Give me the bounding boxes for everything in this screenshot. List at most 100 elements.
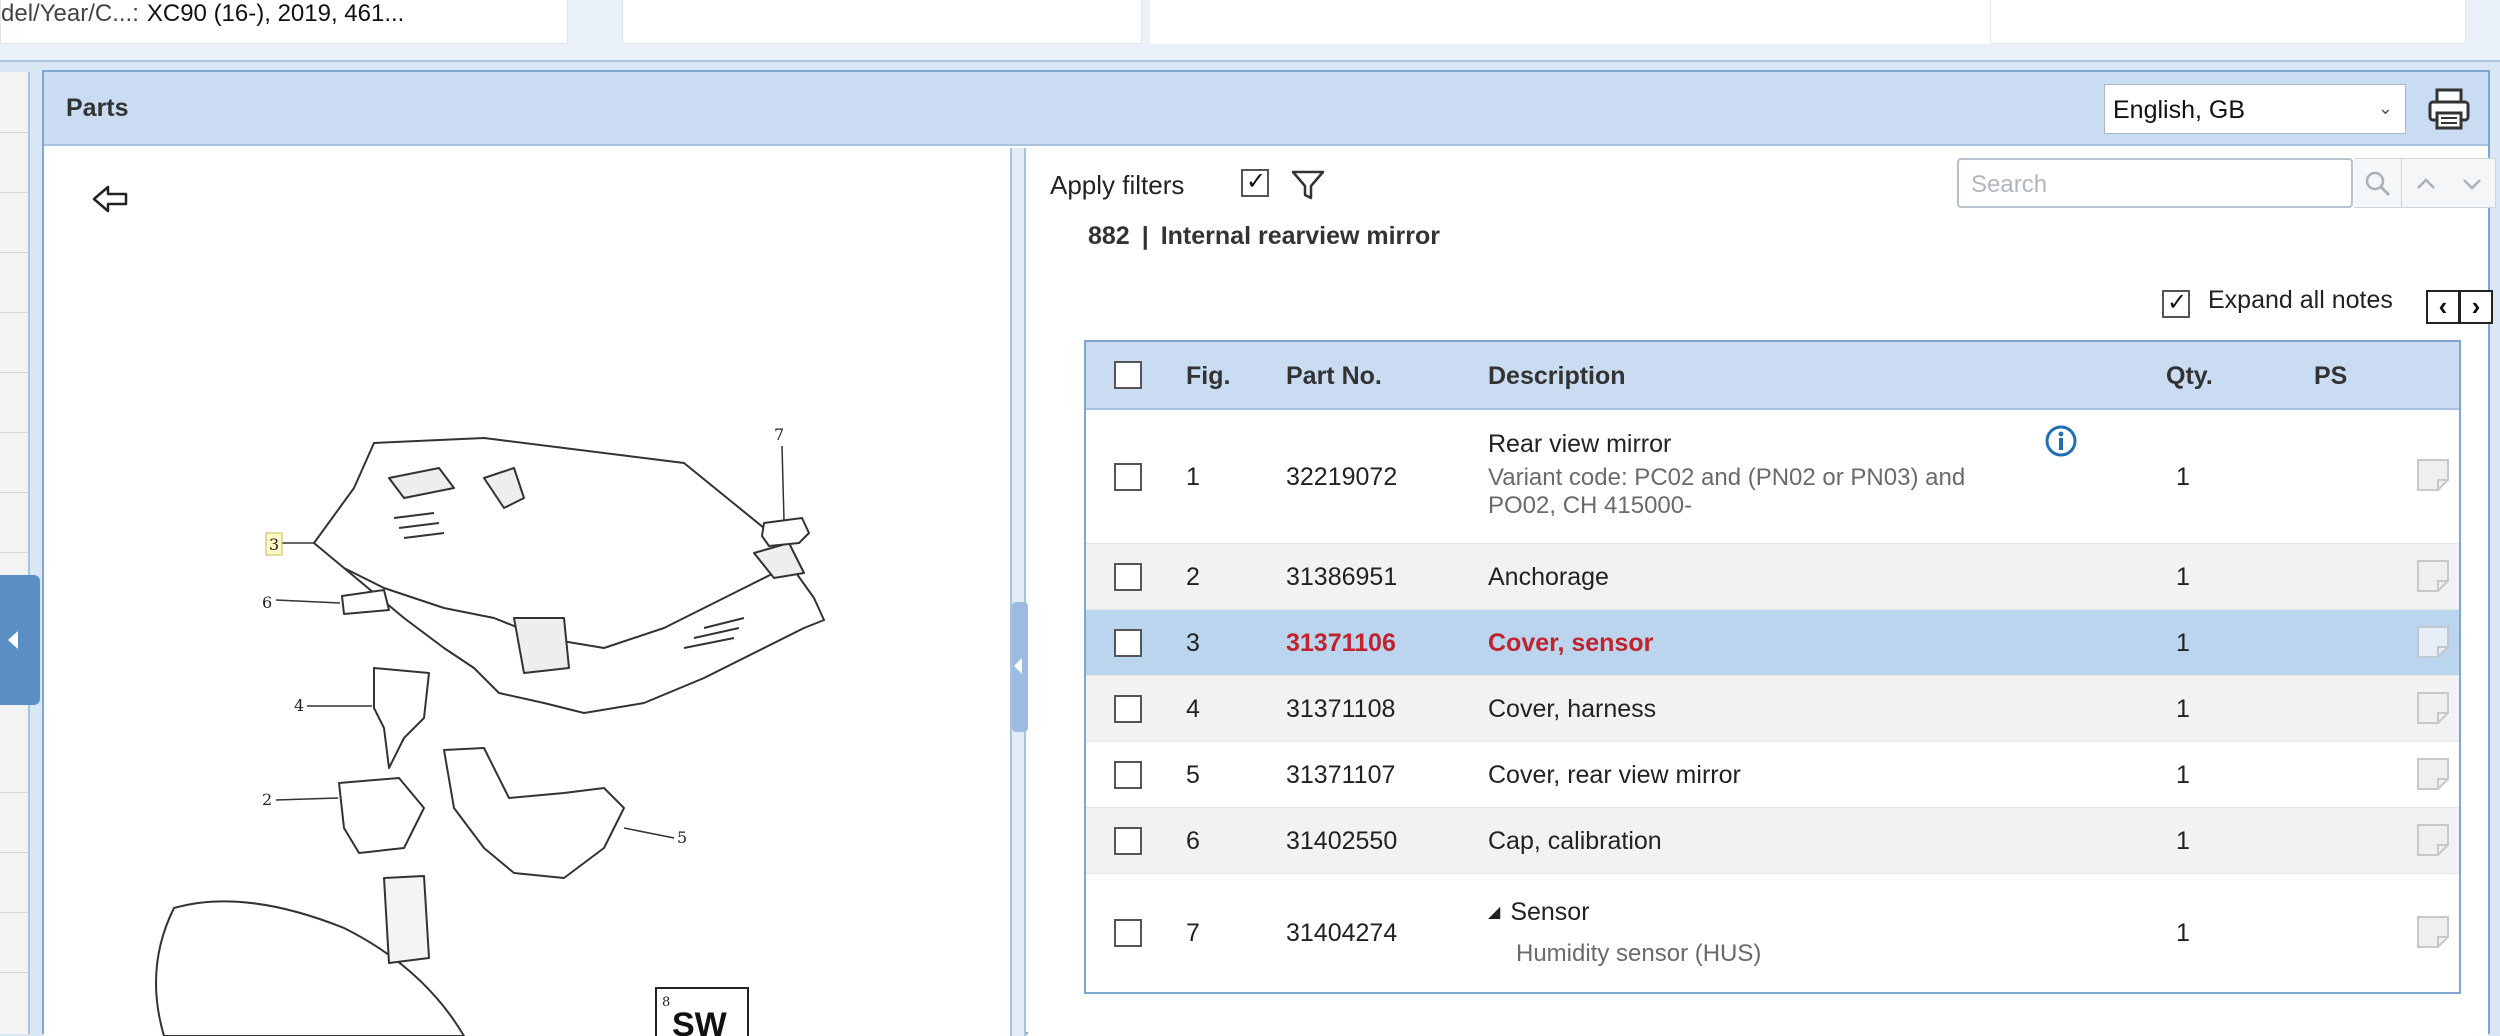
note-icon[interactable] <box>2416 757 2450 791</box>
column-fig[interactable]: Fig. <box>1186 362 1230 391</box>
search-box <box>1957 158 2353 208</box>
section-number: 882 <box>1088 222 1130 250</box>
table-row[interactable]: 5 31371107 Cover, rear view mirror 1 <box>1086 742 2459 808</box>
pane-splitter[interactable] <box>1012 148 1026 1036</box>
expand-all-notes-checkbox[interactable] <box>2162 288 2190 318</box>
row-description: Cover, rear view mirror <box>1488 761 1741 789</box>
chevron-down-icon <box>2463 179 2481 190</box>
search-icon <box>2365 171 2391 197</box>
printer-icon[interactable] <box>2426 86 2472 132</box>
divider <box>0 972 28 973</box>
row-checkbox[interactable] <box>1114 628 1142 658</box>
table-row[interactable]: 1 32219072 Rear view mirror Variant code… <box>1086 410 2459 544</box>
sw-badge: SW <box>672 1006 728 1036</box>
row-checkbox[interactable] <box>1114 760 1142 790</box>
search-previous-button[interactable] <box>2402 158 2450 208</box>
row-part-no[interactable]: 31386951 <box>1286 563 1397 592</box>
table-row-selected[interactable]: 3 31371106 Cover, sensor 1 <box>1086 610 2459 676</box>
row-part-no[interactable]: 31402550 <box>1286 827 1397 856</box>
note-icon[interactable] <box>2416 559 2450 593</box>
previous-note-button[interactable]: ‹ <box>2426 290 2460 324</box>
next-note-button[interactable]: › <box>2459 290 2493 324</box>
callout-3: 3 <box>269 535 279 554</box>
row-note: Variant code: PC02 and (PN02 or PN03) an… <box>1488 464 1966 491</box>
row-description: Cover, harness <box>1488 695 1657 723</box>
section-separator: | <box>1141 222 1149 250</box>
row-part-no[interactable]: 31371108 <box>1286 695 1395 724</box>
panel-title: Parts <box>66 94 129 122</box>
divider <box>0 432 28 433</box>
apply-filters-checkbox[interactable] <box>1241 167 1269 197</box>
language-select[interactable]: English, GB ⌄ <box>2104 84 2406 134</box>
search-next-button[interactable] <box>2448 158 2496 208</box>
row-description: Sensor <box>1510 898 1590 926</box>
note-icon[interactable] <box>2416 458 2450 492</box>
divider <box>0 912 28 913</box>
callout-2: 2 <box>262 790 272 809</box>
notes-navigation: ‹ › <box>2426 290 2496 324</box>
filter-icon[interactable] <box>1290 168 1326 202</box>
parts-panel: Parts English, GB ⌄ 7 3 6 4 2 5 8 SW App… <box>42 70 2496 1036</box>
row-checkbox[interactable] <box>1114 462 1142 492</box>
row-fig: 6 <box>1186 827 1200 855</box>
row-checkbox[interactable] <box>1114 826 1142 856</box>
row-qty: 1 <box>2176 463 2190 491</box>
note-icon[interactable] <box>2416 915 2450 949</box>
model-value: XC90 (16-), 2019, 461... <box>146 0 405 27</box>
column-description[interactable]: Description <box>1488 362 1626 391</box>
row-fig: 7 <box>1186 919 1200 947</box>
table-row[interactable]: 2 31386951 Anchorage 1 <box>1086 544 2459 610</box>
table-row[interactable]: 6 31402550 Cap, calibration 1 <box>1086 808 2459 874</box>
column-ps[interactable]: PS <box>2314 362 2347 391</box>
callout-7: 7 <box>774 425 784 444</box>
select-all-checkbox[interactable] <box>1114 360 1142 390</box>
divider <box>0 852 28 853</box>
diagram-part-cover-mirror <box>443 747 625 879</box>
row-checkbox[interactable] <box>1114 918 1142 948</box>
row-fig: 4 <box>1186 695 1200 723</box>
exploded-parts-diagram: 7 3 6 4 2 5 8 SW <box>155 425 825 1036</box>
row-part-no[interactable]: 31371106 <box>1286 629 1396 658</box>
divider <box>0 492 28 493</box>
row-part-no[interactable]: 32219072 <box>1286 463 1397 492</box>
row-description-group[interactable]: ◢ Sensor <box>1488 898 1590 927</box>
table-row[interactable]: 4 31371108 Cover, harness 1 <box>1086 676 2459 742</box>
row-part-no[interactable]: 31371107 <box>1286 761 1395 790</box>
info-icon[interactable] <box>2044 424 2078 458</box>
divider <box>0 552 28 553</box>
row-checkbox[interactable] <box>1114 562 1142 592</box>
expand-left-panel-handle[interactable] <box>0 575 40 705</box>
apply-filters-label: Apply filters <box>1050 170 1185 200</box>
row-qty: 1 <box>2176 919 2190 947</box>
column-qty[interactable]: Qty. <box>2166 362 2213 391</box>
divider <box>0 312 28 313</box>
row-checkbox[interactable] <box>1114 694 1142 724</box>
expand-all-notes-label: Expand all notes <box>2208 286 2393 314</box>
top-field-2[interactable] <box>622 0 1142 44</box>
row-fig: 1 <box>1186 463 1200 491</box>
collapse-illustration-handle[interactable] <box>1012 602 1028 732</box>
note-icon[interactable] <box>2416 691 2450 725</box>
note-icon[interactable] <box>2416 625 2450 659</box>
note-icon[interactable] <box>2416 823 2450 857</box>
search-button[interactable] <box>2354 158 2402 208</box>
row-fig: 2 <box>1186 563 1200 591</box>
top-field-4[interactable] <box>1990 0 2466 44</box>
row-part-no[interactable]: 31404274 <box>1286 919 1397 948</box>
model-label: del/Year/C...: XC90 (16-), 2019, 461... <box>1 0 404 28</box>
search-input[interactable] <box>1971 172 2341 198</box>
row-qty: 1 <box>2176 629 2190 657</box>
section-heading: 882 | Internal rearview mirror <box>1088 222 1440 251</box>
parts-list-pane: Apply filters 882|Internal rearview mirr <box>1028 148 2496 1036</box>
row-qty: 1 <box>2176 827 2190 855</box>
collapse-triangle-icon[interactable]: ◢ <box>1488 904 1500 921</box>
divider <box>0 192 28 193</box>
table-row[interactable]: 7 31404274 ◢ Sensor Humidity sensor (HUS)… <box>1086 874 2459 992</box>
model-field[interactable]: del/Year/C...: XC90 (16-), 2019, 461... <box>0 0 568 44</box>
parts-table: Fig. Part No. Description Qty. PS 1 3221… <box>1084 340 2461 994</box>
row-qty: 1 <box>2176 695 2190 723</box>
row-qty: 1 <box>2176 761 2190 789</box>
column-part-no[interactable]: Part No. <box>1286 362 1382 391</box>
row-fig: 5 <box>1186 761 1200 789</box>
divider <box>0 792 28 793</box>
